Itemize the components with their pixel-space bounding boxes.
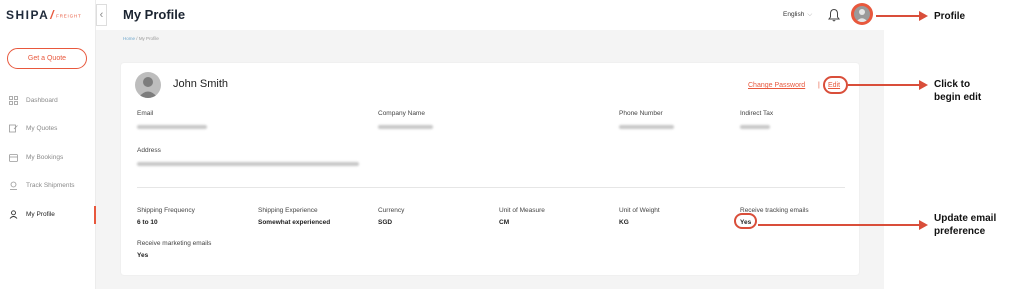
currency-value: SGD <box>378 219 393 226</box>
breadcrumb: Home / My Profile <box>123 36 159 41</box>
unit-of-weight-label: Unit of Weight <box>619 207 660 214</box>
section-divider <box>137 187 845 188</box>
annotation-email-line2: preference <box>934 226 986 237</box>
annotation-email: Update email preference <box>934 212 996 238</box>
link-separator: | <box>818 82 820 89</box>
profile-arrow-line <box>876 15 920 17</box>
brand-name: SHIPA <box>6 8 50 22</box>
address-label: Address <box>137 147 161 154</box>
get-a-quote-button[interactable]: Get a Quote <box>7 48 87 69</box>
company-value-redacted <box>378 125 433 129</box>
brand-sub: FREIGHT <box>56 13 82 19</box>
unit-of-weight-value: KG <box>619 219 629 226</box>
quotes-icon <box>8 123 18 133</box>
phone-value-redacted <box>619 125 674 129</box>
user-silhouette-icon <box>138 77 158 98</box>
sidebar-item-my-quotes[interactable]: My Quotes <box>8 121 57 135</box>
sidebar-item-my-profile[interactable]: My Profile <box>8 207 55 221</box>
main-content: Home / My Profile John Smith Change Pass… <box>96 30 884 289</box>
annotation-edit-line1: Click to <box>934 79 971 90</box>
shipping-frequency-label: Shipping Frequency <box>137 207 195 214</box>
email-arrow-line <box>758 224 920 226</box>
edit-arrow-head <box>919 80 928 90</box>
app-root: SHIPA/FREIGHT Get a Quote Dashboard My Q… <box>0 0 1024 289</box>
language-select[interactable]: English ⌵ <box>783 11 812 19</box>
phone-label: Phone Number <box>619 110 663 117</box>
breadcrumb-separator: / <box>136 36 138 41</box>
currency-label: Currency <box>378 207 405 214</box>
sidebar: SHIPA/FREIGHT Get a Quote Dashboard My Q… <box>0 0 96 289</box>
tracking-highlight-ring <box>734 213 757 229</box>
sidebar-item-my-bookings[interactable]: My Bookings <box>8 150 63 164</box>
annotation-edit: Click to begin edit <box>934 78 981 104</box>
email-arrow-head <box>919 220 928 230</box>
chevron-down-icon: ⌵ <box>807 11 813 18</box>
language-label: English <box>783 11 805 18</box>
edit-arrow-line <box>848 84 920 86</box>
email-label: Email <box>137 110 154 117</box>
annotation-email-line1: Update email <box>934 213 997 224</box>
profile-icon <box>8 209 18 219</box>
sidebar-item-label: My Quotes <box>26 124 58 132</box>
profile-card: John Smith Change Password | Edit Email … <box>121 63 859 275</box>
breadcrumb-home[interactable]: Home <box>123 36 135 41</box>
shipping-experience-value: Somewhat experienced <box>258 219 331 226</box>
marketing-emails-value: Yes <box>137 252 149 259</box>
dashboard-icon <box>8 95 18 105</box>
bookings-icon <box>8 152 18 162</box>
sidebar-item-label: Dashboard <box>26 96 58 104</box>
sidebar-item-label: My Bookings <box>26 153 64 161</box>
profile-name: John Smith <box>173 78 229 90</box>
chevron-left-icon: ‹ <box>99 9 104 21</box>
brand-logo[interactable]: SHIPA/FREIGHT <box>6 8 82 22</box>
email-value-redacted <box>137 125 207 129</box>
marketing-emails-label: Receive marketing emails <box>137 240 212 247</box>
bell-icon[interactable] <box>828 8 840 22</box>
shipping-frequency-value: 6 to 10 <box>137 219 158 226</box>
tax-label: Indirect Tax <box>740 110 774 117</box>
address-value-redacted <box>137 162 359 166</box>
sidebar-item-track-shipments[interactable]: Track Shipments <box>8 178 75 192</box>
edit-highlight-ring <box>823 76 848 94</box>
sidebar-item-label: Track Shipments <box>26 181 75 189</box>
unit-of-measure-label: Unit of Measure <box>499 207 545 214</box>
brand-slash: / <box>50 8 56 22</box>
track-icon <box>8 180 18 190</box>
change-password-link[interactable]: Change Password <box>748 82 805 89</box>
unit-of-measure-value: CM <box>499 219 510 226</box>
page-title: My Profile <box>123 7 186 22</box>
top-bar: My Profile English ⌵ <box>107 0 884 30</box>
user-avatar-button[interactable] <box>852 4 872 24</box>
breadcrumb-current: My Profile <box>138 36 159 41</box>
sidebar-item-label: My Profile <box>26 210 55 218</box>
profile-avatar <box>135 72 161 98</box>
avatar-icon <box>856 9 868 22</box>
tax-value-redacted <box>740 125 770 129</box>
shipping-experience-label: Shipping Experience <box>258 207 318 214</box>
sidebar-item-dashboard[interactable]: Dashboard <box>8 93 58 107</box>
annotation-profile: Profile <box>934 11 966 22</box>
profile-arrow-head <box>919 11 928 21</box>
collapse-sidebar-button[interactable]: ‹ <box>96 4 107 26</box>
company-label: Company Name <box>378 110 425 117</box>
annotation-edit-line2: begin edit <box>934 92 982 103</box>
